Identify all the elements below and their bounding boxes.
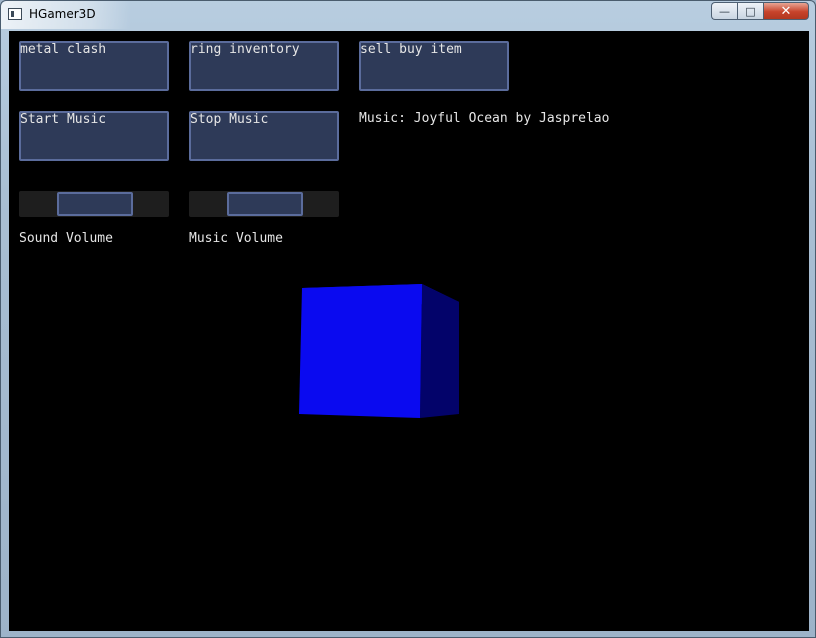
start-music-label: Start Music bbox=[20, 112, 107, 127]
sell-buy-item-label: sell buy item bbox=[360, 42, 462, 57]
app-window: HGamer3D — □ ✕ metal clash ring inventor… bbox=[0, 0, 816, 638]
sound-volume-label: Sound Volume bbox=[19, 231, 113, 246]
music-volume-label: Music Volume bbox=[189, 231, 283, 246]
sound-volume-thumb[interactable] bbox=[57, 192, 133, 216]
cube-side-face bbox=[420, 284, 459, 418]
stop-music-label: Stop Music bbox=[190, 112, 269, 127]
window-title: HGamer3D bbox=[29, 7, 96, 21]
stop-music-button[interactable]: Stop Music bbox=[189, 111, 339, 161]
ring-inventory-label: ring inventory bbox=[190, 42, 300, 57]
music-credit: Music: Joyful Ocean by Jasprelao bbox=[359, 111, 610, 126]
cube-front-face bbox=[299, 284, 422, 418]
sound-volume-slider[interactable] bbox=[19, 191, 169, 217]
maximize-button[interactable]: □ bbox=[737, 2, 763, 20]
render-viewport[interactable]: metal clash ring inventory sell buy item… bbox=[9, 31, 809, 631]
ring-inventory-button[interactable]: ring inventory bbox=[189, 41, 339, 91]
blue-cube bbox=[299, 284, 459, 418]
window-controls: — □ ✕ bbox=[711, 2, 809, 20]
metal-clash-label: metal clash bbox=[20, 42, 107, 57]
music-volume-slider[interactable] bbox=[189, 191, 339, 217]
start-music-button[interactable]: Start Music bbox=[19, 111, 169, 161]
minimize-button[interactable]: — bbox=[711, 2, 737, 20]
sell-buy-item-button[interactable]: sell buy item bbox=[359, 41, 509, 91]
metal-clash-button[interactable]: metal clash bbox=[19, 41, 169, 91]
close-button[interactable]: ✕ bbox=[763, 2, 809, 20]
title-bar[interactable]: HGamer3D — □ ✕ bbox=[1, 1, 815, 29]
music-volume-thumb[interactable] bbox=[227, 192, 303, 216]
app-icon bbox=[8, 8, 22, 20]
